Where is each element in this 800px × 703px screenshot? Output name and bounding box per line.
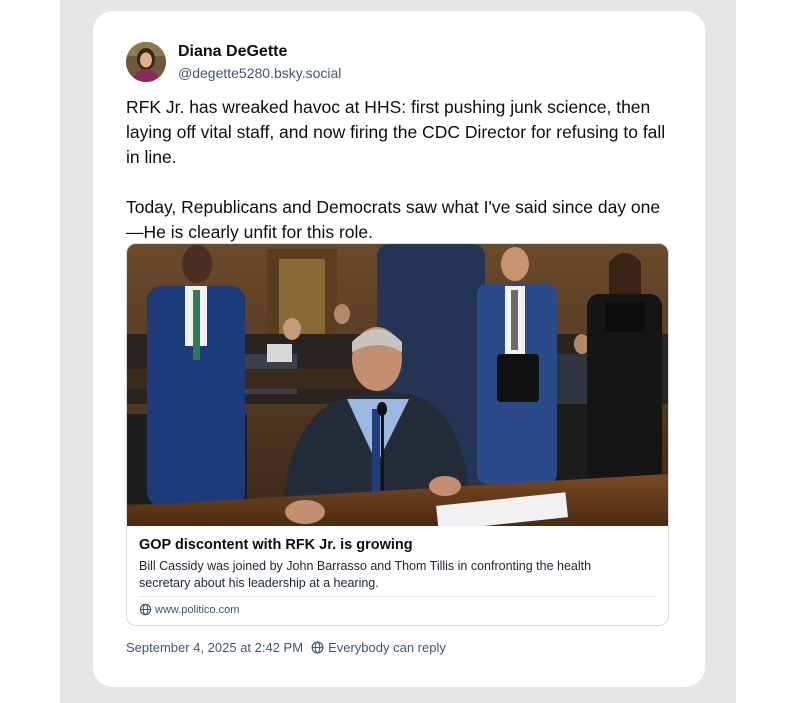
author-handle[interactable]: @degette5280.bsky.social <box>178 65 341 81</box>
reply-setting-icon <box>311 641 324 654</box>
globe-icon <box>139 603 152 616</box>
link-domain-text: www.politico.com <box>155 603 240 616</box>
post-text: RFK Jr. has wreaked havoc at HHS: first … <box>126 95 676 245</box>
post-meta: September 4, 2025 at 2:42 PM Everybody c… <box>126 640 446 655</box>
post-timestamp[interactable]: September 4, 2025 at 2:42 PM <box>126 640 303 655</box>
reply-setting[interactable]: Everybody can reply <box>311 640 446 655</box>
link-description: Bill Cassidy was joined by John Barrasso… <box>139 559 592 590</box>
author-name[interactable]: Diana DeGette <box>178 43 287 61</box>
link-title[interactable]: GOP discontent with RFK Jr. is growing <box>139 537 413 553</box>
link-domain[interactable]: www.politico.com <box>139 603 239 616</box>
link-card[interactable]: GOP discontent with RFK Jr. is growing B… <box>126 243 669 626</box>
reply-setting-label: Everybody can reply <box>328 640 446 655</box>
link-divider <box>139 596 656 597</box>
author-avatar[interactable] <box>126 42 166 82</box>
news-photo <box>127 244 668 526</box>
post-paragraph: Today, Republicans and Democrats saw wha… <box>126 197 661 242</box>
post-paragraph: RFK Jr. has wreaked havoc at HHS: first … <box>126 97 666 167</box>
post-card: Diana DeGette @degette5280.bsky.social R… <box>93 11 705 687</box>
